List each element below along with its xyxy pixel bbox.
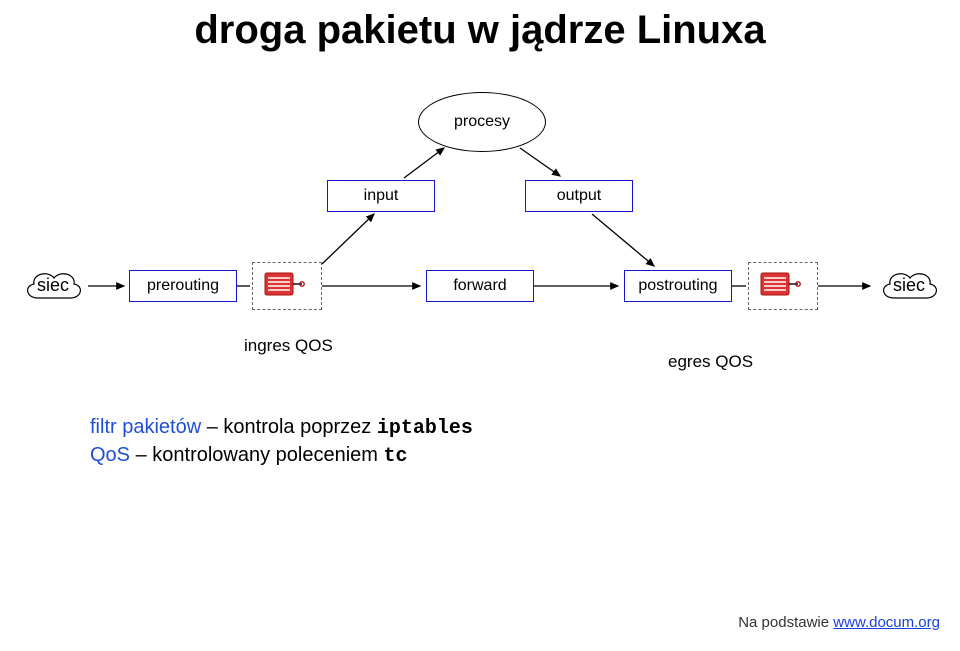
arrows-layer — [0, 0, 960, 651]
